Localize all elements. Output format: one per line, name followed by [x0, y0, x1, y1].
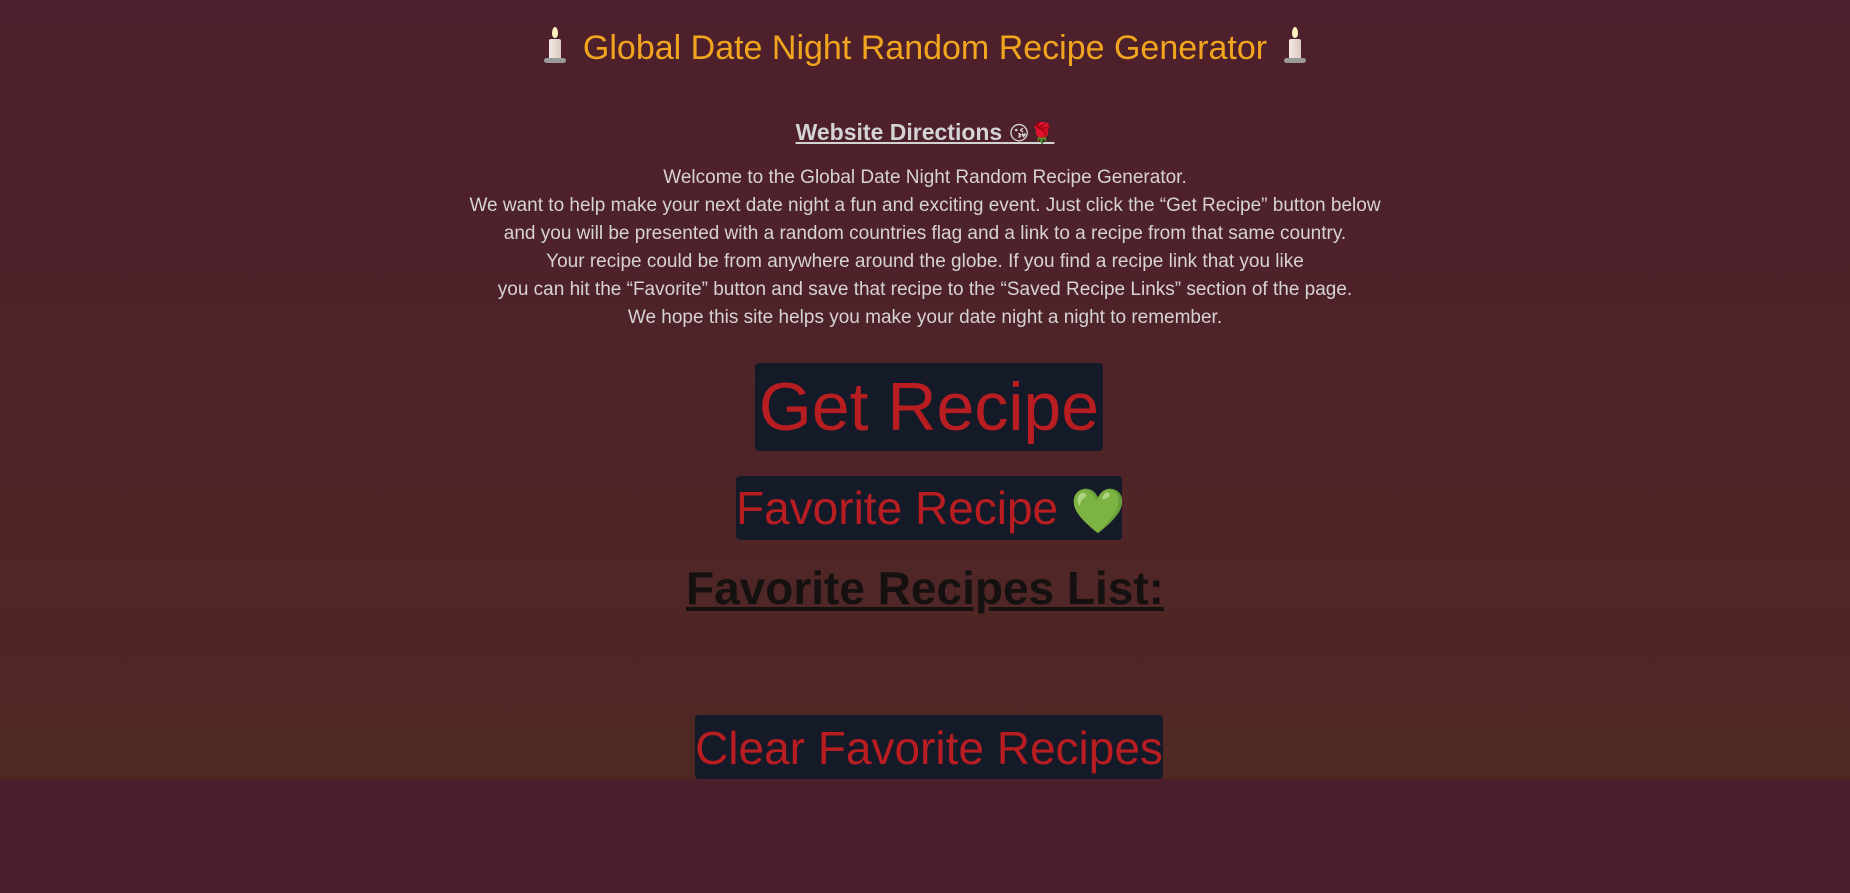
- rose-icon: 🌹: [1029, 123, 1055, 145]
- directions-line: and you will be presented with a random …: [503, 223, 1347, 244]
- directions-line: you can hit the “Favorite” button and sa…: [497, 279, 1353, 300]
- favorite-recipe-button[interactable]: Favorite Recipe 💚: [736, 476, 1126, 540]
- page-title-text: Global Date Night Random Recipe Generato…: [582, 29, 1268, 67]
- favorite-recipe-label: Favorite Recipe: [736, 482, 1059, 534]
- directions-line: We want to help make your next date nigh…: [469, 195, 1381, 216]
- candle-icon: [543, 27, 567, 63]
- clear-favorites-button[interactable]: Clear Favorite Recipes: [695, 715, 1163, 779]
- kiss-emoji-icon: 😘: [1008, 123, 1030, 145]
- get-recipe-button[interactable]: Get Recipe: [755, 363, 1103, 451]
- clear-favorites-label: Clear Favorite Recipes: [695, 722, 1163, 774]
- directions-text: Welcome to the Global Date Night Random …: [0, 164, 1850, 332]
- favorites-heading: Favorite Recipes List:: [685, 562, 1165, 614]
- page-title: Global Date Night Random Recipe Generato…: [0, 22, 1850, 74]
- green-heart-icon: 💚: [1070, 487, 1126, 536]
- directions-heading-text: Website Directions: [795, 119, 1003, 145]
- directions-line: We hope this site helps you make your da…: [627, 307, 1223, 328]
- directions-line: Welcome to the Global Date Night Random …: [663, 167, 1187, 188]
- favorites-list: [0, 625, 1850, 715]
- get-recipe-label: Get Recipe: [758, 369, 1100, 445]
- directions-line: Your recipe could be from anywhere aroun…: [546, 251, 1304, 272]
- main-page: Global Date Night Random Recipe Generato…: [0, 0, 1850, 779]
- candle-icon: [1283, 27, 1307, 63]
- directions-heading: Website Directions 😘🌹: [0, 116, 1850, 150]
